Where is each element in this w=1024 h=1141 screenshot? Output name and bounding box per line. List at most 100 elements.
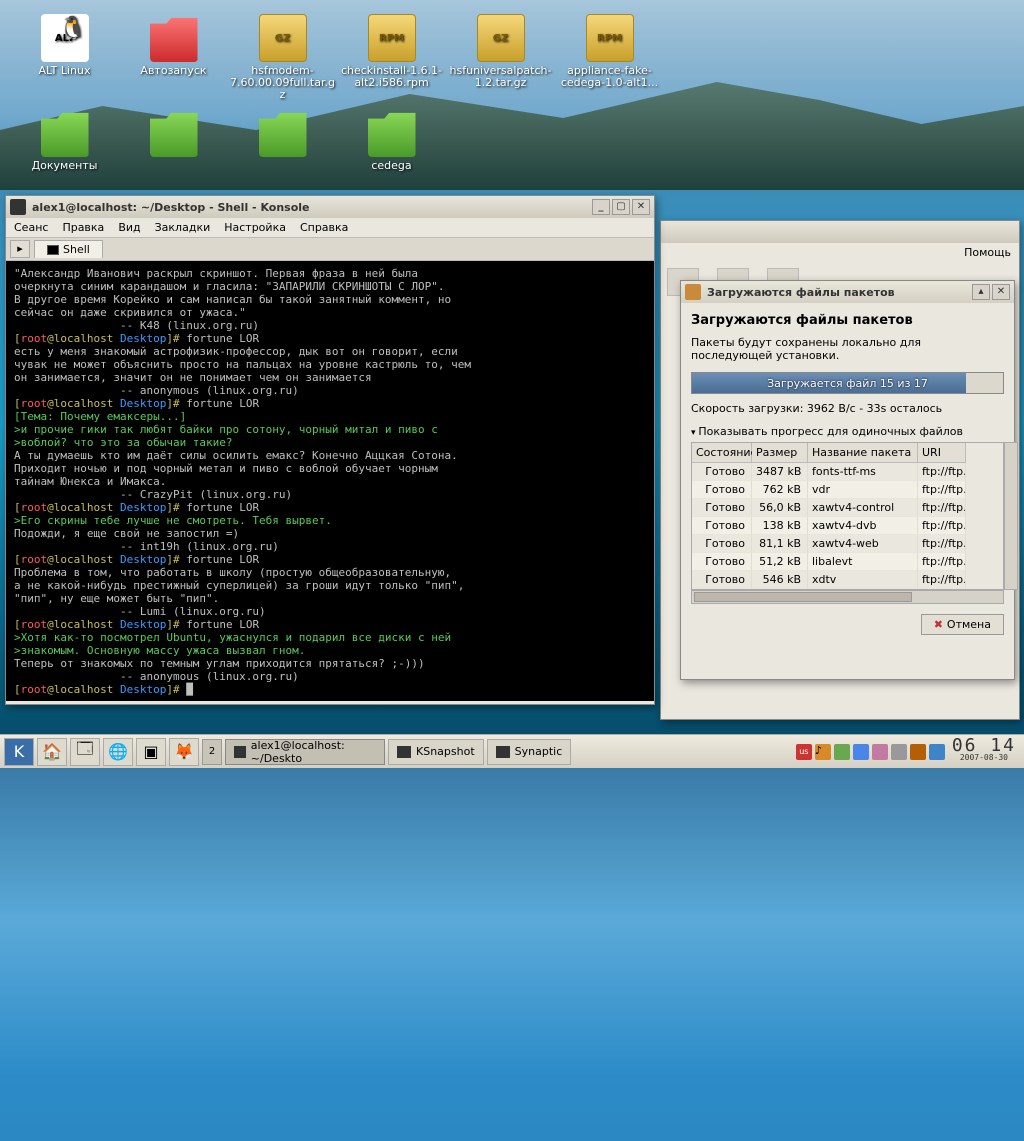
table-header[interactable]: СостояниеРазмерНазвание пакетаURI xyxy=(692,443,1003,463)
icon-label: Документы xyxy=(12,160,117,172)
desktop-icons: ALTALT LinuxАвтозапускGZhsfmodem-7.60.00… xyxy=(10,10,710,176)
progress-bar: Загружается файл 15 из 17 xyxy=(691,372,1004,394)
shade-button[interactable]: ▴ xyxy=(972,284,990,300)
table-cell: 56,0 kB xyxy=(752,499,808,517)
table-cell: 3487 kB xyxy=(752,463,808,481)
package-icon: GZ xyxy=(259,14,307,62)
table-cell: xdtv xyxy=(808,571,918,589)
tray-icon[interactable] xyxy=(853,744,869,760)
package-icon: RPM xyxy=(368,14,416,62)
menu-item[interactable]: Правка xyxy=(62,221,104,234)
scrollbar-horizontal[interactable] xyxy=(691,590,1004,604)
menubar[interactable]: Помощь xyxy=(661,243,1019,262)
tray-icon[interactable] xyxy=(910,744,926,760)
titlebar[interactable]: Загружаются файлы пакетов ▴ ✕ xyxy=(681,281,1014,303)
desktop-icon[interactable]: Автозапуск xyxy=(121,14,226,101)
menu-item[interactable]: Настройка xyxy=(224,221,286,234)
window-title: alex1@localhost: ~/Desktop - Shell - Kon… xyxy=(32,201,310,214)
table-cell: ftp://ftp.a xyxy=(918,517,966,535)
close-button[interactable]: ✕ xyxy=(992,284,1010,300)
menu-item[interactable]: Вид xyxy=(118,221,140,234)
menu-help[interactable]: Помощь xyxy=(964,246,1011,259)
desktop-icon[interactable]: RPMappliance-fake-cedega-1.0-alt1... xyxy=(557,14,662,101)
task-label: alex1@localhost: ~/Deskto xyxy=(251,739,376,765)
taskbar-task[interactable]: KSnapshot xyxy=(388,739,484,765)
close-button[interactable]: ✕ xyxy=(632,199,650,215)
table-cell: 762 kB xyxy=(752,481,808,499)
download-icon xyxy=(685,284,701,300)
table-row[interactable]: Готово762 kBvdrftp://ftp.a xyxy=(692,481,1003,499)
table-cell: ftp://ftp.a xyxy=(918,571,966,589)
table-cell: xawtv4-control xyxy=(808,499,918,517)
toggle-file-progress[interactable]: Показывать прогресс для одиночных файлов xyxy=(691,425,1004,438)
konsole-icon xyxy=(10,199,26,215)
table-cell: 138 kB xyxy=(752,517,808,535)
taskbar-task[interactable]: Synaptic xyxy=(487,739,572,765)
taskbar[interactable]: K 🏠 🗔 🌐 ▣ 🦊 2 alex1@localhost: ~/Deskto K… xyxy=(0,734,1024,768)
show-desktop-button[interactable]: 🗔 xyxy=(70,738,100,766)
firefox-button[interactable]: 🦊 xyxy=(169,738,199,766)
table-row[interactable]: Готово56,0 kBxawtv4-controlftp://ftp.a xyxy=(692,499,1003,517)
konsole-window[interactable]: alex1@localhost: ~/Desktop - Shell - Kon… xyxy=(5,195,655,705)
column-header[interactable]: URI xyxy=(918,443,966,463)
package-icon: GZ xyxy=(477,14,525,62)
konqueror-button[interactable]: 🌐 xyxy=(103,738,133,766)
column-header[interactable]: Состояние xyxy=(692,443,752,463)
tray-icon[interactable] xyxy=(891,744,907,760)
titlebar[interactable]: alex1@localhost: ~/Desktop - Shell - Kon… xyxy=(6,196,654,218)
tray-icon[interactable]: ♪ xyxy=(815,744,831,760)
desktop-icon[interactable] xyxy=(230,109,335,172)
terminal-output[interactable]: "Александр Иванович раскрыл скриншот. Пе… xyxy=(6,261,654,701)
menu-item[interactable]: Справка xyxy=(300,221,348,234)
new-tab-button[interactable]: ▸ xyxy=(10,240,30,258)
tray-icon[interactable] xyxy=(834,744,850,760)
cancel-icon: ✖ xyxy=(934,618,943,631)
system-tray[interactable]: us ♪ 06 14 2007-08-30 xyxy=(796,740,1020,764)
terminal-button[interactable]: ▣ xyxy=(136,738,166,766)
table-cell: libalevt xyxy=(808,553,918,571)
column-header[interactable]: Размер xyxy=(752,443,808,463)
desktop-icon[interactable]: cedega xyxy=(339,109,444,172)
table-cell: 51,2 kB xyxy=(752,553,808,571)
desktop-icon[interactable]: Документы xyxy=(12,109,117,172)
tray-icon[interactable] xyxy=(929,744,945,760)
icon-label: Автозапуск xyxy=(121,65,226,77)
titlebar[interactable] xyxy=(661,221,1019,243)
clock[interactable]: 06 14 2007-08-30 xyxy=(948,740,1020,764)
kmenu-button[interactable]: K xyxy=(4,738,34,766)
tab-shell[interactable]: Shell xyxy=(34,240,103,258)
desktop-icon[interactable]: RPMcheckinstall-1.6.1-alt2.i586.rpm xyxy=(339,14,444,101)
scrollbar-vertical[interactable] xyxy=(1004,442,1018,590)
cancel-button[interactable]: ✖ Отмена xyxy=(921,614,1004,635)
desktop-icon[interactable]: GZhsfuniversalpatch-1.2.tar.gz xyxy=(448,14,553,101)
desktop-pager[interactable]: 2 xyxy=(202,739,222,765)
maximize-button[interactable]: ▢ xyxy=(612,199,630,215)
home-button[interactable]: 🏠 xyxy=(37,738,67,766)
table-row[interactable]: Готово138 kBxawtv4-dvbftp://ftp.a xyxy=(692,517,1003,535)
menu-item[interactable]: Закладки xyxy=(155,221,211,234)
column-header[interactable]: Название пакета xyxy=(808,443,918,463)
table-cell: fonts-ttf-ms xyxy=(808,463,918,481)
cancel-label: Отмена xyxy=(947,618,991,631)
table-row[interactable]: Готово546 kBxdtvftp://ftp.a xyxy=(692,571,1003,589)
table-cell: Готово xyxy=(692,535,752,553)
desktop-icon[interactable]: ALTALT Linux xyxy=(12,14,117,101)
download-dialog[interactable]: Загружаются файлы пакетов ▴ ✕ Загружаютс… xyxy=(680,280,1015,680)
menu-item[interactable]: Сеанс xyxy=(14,221,48,234)
minimize-button[interactable]: _ xyxy=(592,199,610,215)
icon-label: hsfmodem-7.60.00.09full.tar.gz xyxy=(230,65,335,101)
menubar[interactable]: Сеанс Правка Вид Закладки Настройка Справка xyxy=(6,218,654,237)
downloads-table: СостояниеРазмерНазвание пакетаURI Готово… xyxy=(691,442,1004,590)
table-row[interactable]: Готово81,1 kBxawtv4-webftp://ftp.a xyxy=(692,535,1003,553)
taskbar-task[interactable]: alex1@localhost: ~/Deskto xyxy=(225,739,385,765)
desktop-icon[interactable]: GZhsfmodem-7.60.00.09full.tar.gz xyxy=(230,14,335,101)
terminal-icon xyxy=(47,245,59,255)
desktop-icon[interactable] xyxy=(121,109,226,172)
tray-icon[interactable] xyxy=(872,744,888,760)
table-row[interactable]: Готово3487 kBfonts-ttf-msftp://ftp.a xyxy=(692,463,1003,481)
table-row[interactable]: Готово51,2 kBlibalevtftp://ftp.a xyxy=(692,553,1003,571)
table-cell: Готово xyxy=(692,499,752,517)
keyboard-layout[interactable]: us xyxy=(796,744,812,760)
tab-bar[interactable]: ▸ Shell xyxy=(6,237,654,261)
dialog-heading: Загружаются файлы пакетов xyxy=(691,313,1004,328)
